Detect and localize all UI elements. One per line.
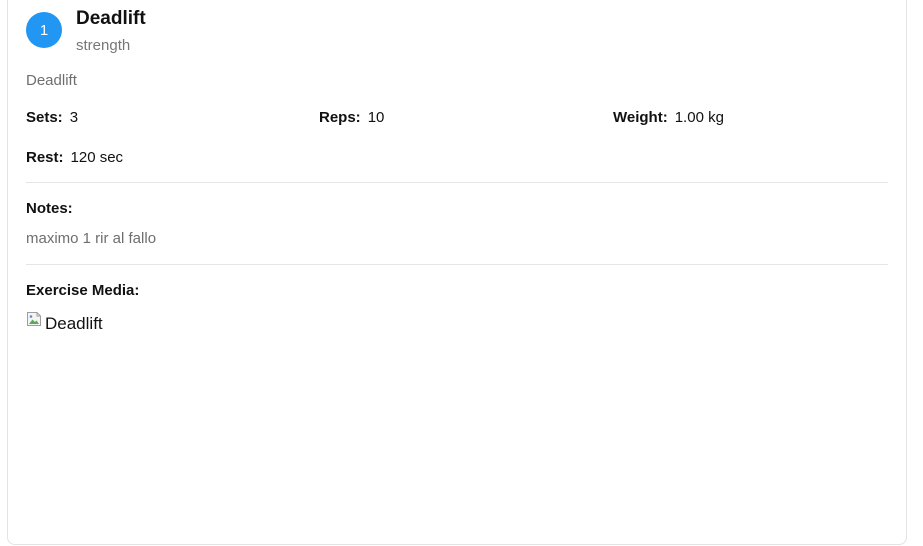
exercise-title: Deadlift (76, 8, 146, 29)
exercise-media-label: Exercise Media: (26, 282, 140, 299)
stat-reps: Reps: 10 (319, 109, 384, 127)
exercise-description: Deadlift (26, 72, 77, 89)
divider (26, 264, 888, 265)
stat-sets-label: Sets: (26, 109, 63, 126)
stat-sets: Sets: 3 (26, 109, 78, 127)
exercise-category: strength (76, 37, 131, 54)
exercise-header: 1 Deadlift strength (26, 9, 146, 55)
stat-weight: Weight: 1.00 kg (613, 109, 724, 127)
stat-reps-label: Reps: (319, 109, 361, 126)
stat-rest: Rest: 120 sec (26, 149, 123, 167)
stat-weight-label: Weight: (613, 109, 668, 126)
exercise-media-image: Deadlift (26, 311, 103, 335)
notes-text: maximo 1 rir al fallo (26, 230, 157, 247)
exercise-title-block: Deadlift strength (76, 9, 146, 55)
broken-image-icon (26, 311, 42, 327)
stat-weight-value: 1.00 kg (674, 109, 724, 126)
exercise-index-badge: 1 (26, 12, 62, 48)
exercise-card (7, 0, 907, 545)
stat-reps-value: 10 (367, 109, 385, 126)
notes-label: Notes: (26, 200, 73, 217)
stat-rest-value: 120 sec (70, 149, 124, 166)
stat-sets-value: 3 (69, 109, 79, 126)
exercise-media-alt-text: Deadlift (45, 314, 103, 333)
divider (26, 182, 888, 183)
stat-rest-label: Rest: (26, 149, 64, 166)
